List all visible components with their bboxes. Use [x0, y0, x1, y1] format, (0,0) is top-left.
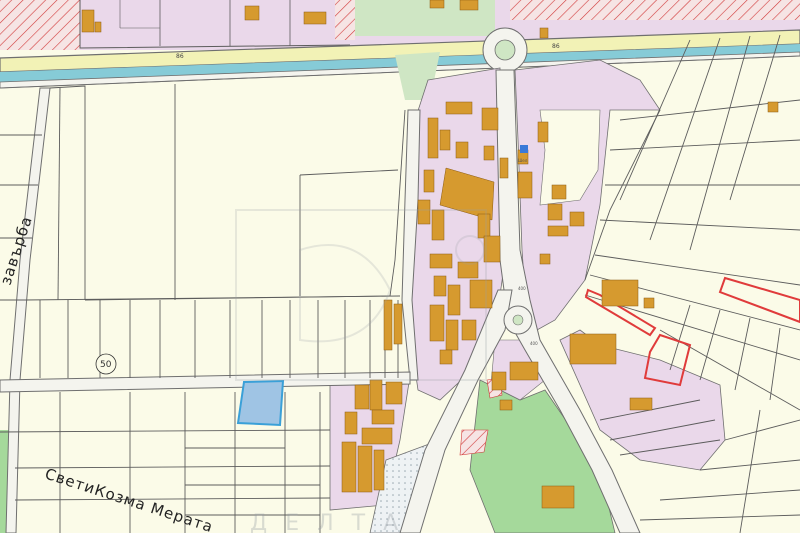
- south-roundabout-island: [512, 314, 524, 326]
- map-canvas[interactable]: 86 86 Шел 400 400 50 завърба СветиКозма …: [0, 0, 800, 533]
- selected-plot[interactable]: [236, 379, 285, 427]
- road-number-east: 86: [552, 43, 560, 50]
- fuel-station-label: Шел: [518, 158, 528, 163]
- watermark-text: ДЕЛТА: [250, 511, 416, 533]
- block-number: 50: [100, 360, 112, 370]
- fuel-station-icon[interactable]: [520, 145, 528, 153]
- junction-label-north: 400: [518, 286, 526, 291]
- junction-label-south: 400: [530, 341, 538, 346]
- north-roundabout: [482, 27, 528, 73]
- road-number-west: 86: [176, 53, 184, 60]
- cadastral-map[interactable]: 86 86 Шел 400 400 50 завърба СветиКозма …: [0, 0, 800, 533]
